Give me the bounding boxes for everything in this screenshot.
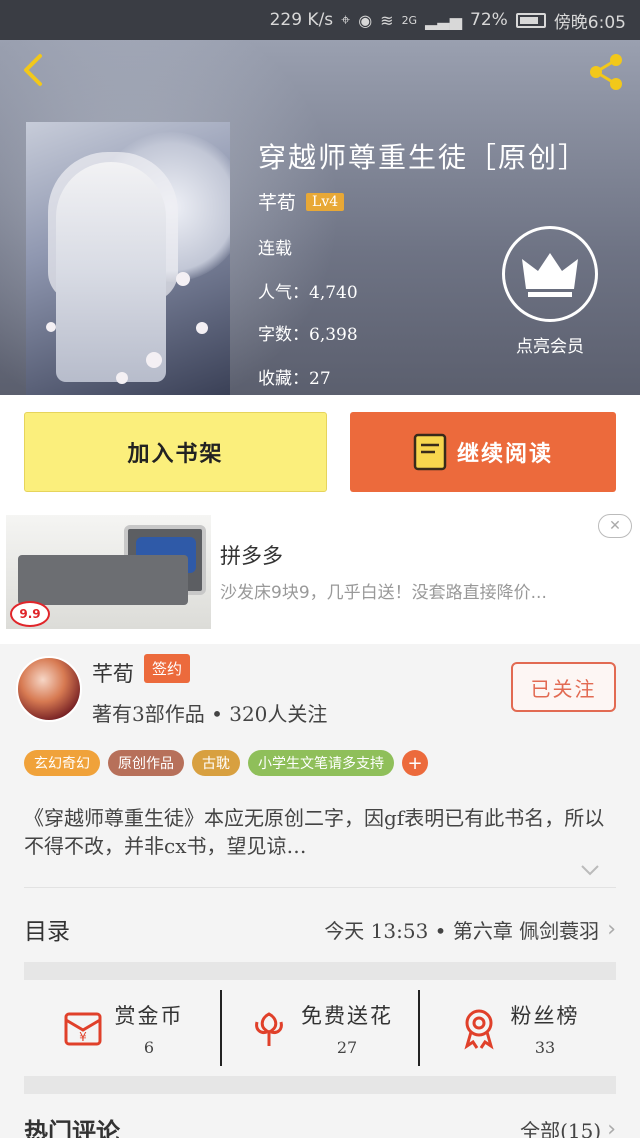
chevron-down-icon[interactable] bbox=[580, 864, 600, 876]
network-type: 2G bbox=[401, 13, 418, 27]
divider bbox=[24, 887, 616, 888]
fan-ranking-label: 粉丝榜 bbox=[510, 1003, 580, 1028]
send-flower-label: 免费送花 bbox=[301, 1003, 393, 1028]
vip-label: 点亮会员 bbox=[516, 337, 584, 357]
close-icon[interactable]: ✕ bbox=[598, 514, 632, 538]
eye-icon: ◉ bbox=[358, 10, 373, 30]
cover-blossom bbox=[46, 322, 56, 332]
table-of-contents-row[interactable]: 目录 今天 13:53 • 第六章 佩剑蓑羽 › bbox=[24, 906, 616, 952]
signed-badge: 签约 bbox=[144, 654, 191, 683]
follow-label: 已关注 bbox=[530, 676, 597, 701]
cover-blossom bbox=[116, 372, 128, 384]
battery-percent: 72% bbox=[470, 10, 508, 30]
serial-status: 连载 bbox=[258, 239, 292, 259]
chevron-right-icon[interactable]: › bbox=[607, 1117, 616, 1138]
fan-ranking-value: 33 bbox=[534, 1037, 556, 1057]
ad-image[interactable]: 9.9 bbox=[6, 515, 211, 629]
popularity: 人气：4,740 bbox=[258, 283, 358, 303]
vip-button[interactable] bbox=[502, 226, 598, 322]
all-comments-link[interactable]: 全部(15) bbox=[520, 1115, 601, 1138]
latest-chapter: 今天 13:53 • 第六章 佩剑蓑羽 bbox=[324, 918, 600, 943]
reward-coins-button[interactable]: ¥ 赏金币 6 bbox=[24, 990, 220, 1066]
send-flower-button[interactable]: 免费送花 27 bbox=[220, 990, 418, 1066]
favorites-count: 收藏：27 bbox=[258, 369, 331, 389]
crown-icon bbox=[522, 253, 578, 297]
ad-title[interactable]: 拼多多 bbox=[220, 540, 283, 570]
signal-icon: ▂▃▅ bbox=[425, 10, 463, 30]
send-flower-value: 27 bbox=[336, 1037, 358, 1057]
ad-sofa bbox=[18, 555, 188, 605]
network-speed: 229 K/s bbox=[269, 10, 334, 30]
avatar[interactable] bbox=[16, 656, 82, 722]
toc-label: 目录 bbox=[24, 919, 70, 945]
author-name-secondary[interactable]: 芊荀 bbox=[92, 658, 134, 688]
tag-fantasy[interactable]: 玄幻奇幻 bbox=[24, 750, 100, 776]
tag-ancient-bl[interactable]: 古耽 bbox=[192, 750, 240, 776]
status-bar: 229 K/s ⌖ ◉ ≋ 2G ▂▃▅ 72% 傍晚6:05 bbox=[0, 0, 640, 40]
hot-comments-header: 热门评论 全部(15) › bbox=[24, 1112, 616, 1138]
add-tag-button[interactable]: + bbox=[402, 750, 428, 776]
add-to-shelf-button[interactable]: 加入书架 bbox=[24, 412, 327, 492]
continue-reading-label: 继续阅读 bbox=[456, 441, 553, 467]
cover-figure bbox=[56, 162, 166, 382]
author-line: 芊荀 Lv4 bbox=[258, 188, 345, 215]
author-stats: 著有3部作品 • 320人关注 bbox=[92, 702, 328, 726]
chevron-left-icon[interactable] bbox=[14, 50, 54, 90]
level-badge: Lv4 bbox=[306, 192, 345, 211]
synopsis[interactable]: 《穿越师尊重生徒》本应无原创二字，因gf表明已有此书名，所以不得不改，并非cx书… bbox=[24, 804, 616, 860]
book-header: 穿越师尊重生徒［原创］ 芊荀 Lv4 连载 人气：4,740 字数：6,398 … bbox=[0, 40, 640, 395]
tag-support[interactable]: 小学生文笔请多支持 bbox=[248, 750, 394, 776]
coin-envelope-icon: ¥ bbox=[64, 1012, 101, 1046]
share-icon[interactable] bbox=[584, 50, 628, 94]
cover-blossom bbox=[146, 352, 162, 368]
word-count: 字数：6,398 bbox=[258, 325, 358, 345]
reward-coins-value: 6 bbox=[143, 1037, 155, 1057]
section-divider bbox=[24, 1076, 616, 1094]
follow-button[interactable]: 已关注 bbox=[511, 662, 616, 712]
tag-original[interactable]: 原创作品 bbox=[108, 750, 184, 776]
hot-comments-title: 热门评论 bbox=[24, 1117, 120, 1138]
section-divider bbox=[24, 962, 616, 980]
ad-description[interactable]: 沙发床9块9，几乎白送！没套路直接降价... bbox=[220, 578, 600, 603]
flower-icon bbox=[255, 1012, 283, 1046]
author-name[interactable]: 芊荀 bbox=[258, 188, 296, 215]
medal-icon bbox=[463, 1009, 494, 1050]
add-to-shelf-label: 加入书架 bbox=[127, 441, 224, 467]
svg-text:¥: ¥ bbox=[79, 1030, 87, 1044]
ad-banner[interactable]: 9.9 拼多多 沙发床9块9，几乎白送！没套路直接降价... ✕ bbox=[0, 508, 640, 636]
cover-blossom bbox=[176, 272, 190, 286]
cover-blossom bbox=[196, 322, 208, 334]
wifi-icon: ≋ bbox=[380, 10, 394, 30]
location-icon: ⌖ bbox=[341, 10, 351, 29]
book-detail-panel: 芊荀 签约 著有3部作品 • 320人关注 已关注 玄幻奇幻 原创作品 古耽 小… bbox=[0, 644, 640, 1138]
reward-coins-label: 赏金币 bbox=[114, 1003, 184, 1028]
stats-row: ¥ 赏金币 6 免费送花 27 粉丝榜 33 bbox=[24, 990, 616, 1066]
battery-icon bbox=[515, 12, 546, 28]
ad-price-badge: 9.9 bbox=[10, 601, 50, 627]
book-icon bbox=[413, 433, 447, 471]
continue-reading-button[interactable]: 继续阅读 bbox=[350, 412, 616, 492]
fan-ranking-button[interactable]: 粉丝榜 33 bbox=[418, 990, 616, 1066]
clock: 傍晚6:05 bbox=[553, 12, 626, 33]
tag-list: 玄幻奇幻 原创作品 古耽 小学生文笔请多支持 + bbox=[24, 750, 428, 776]
book-title: 穿越师尊重生徒［原创］ bbox=[258, 141, 589, 174]
chevron-right-icon: › bbox=[607, 916, 616, 942]
book-cover[interactable] bbox=[26, 122, 230, 395]
